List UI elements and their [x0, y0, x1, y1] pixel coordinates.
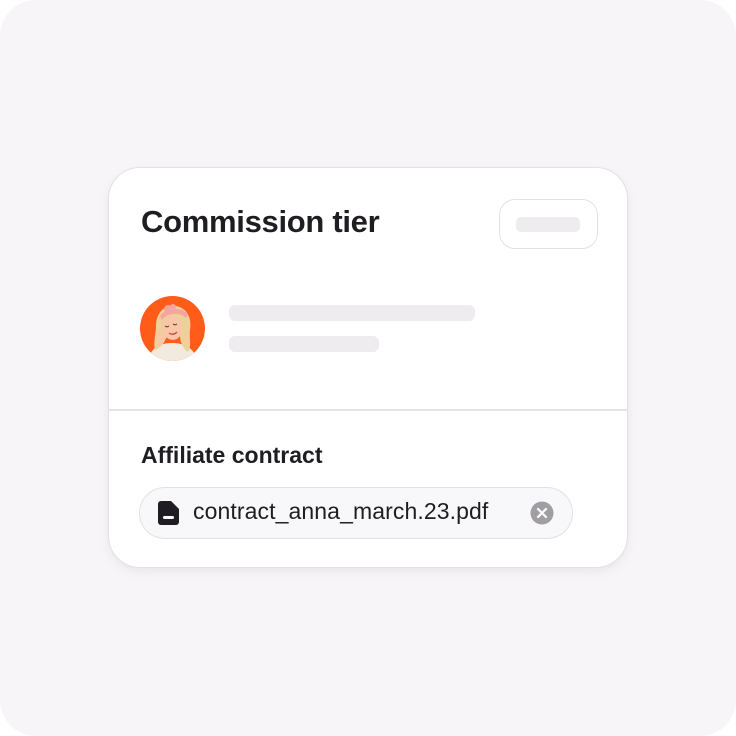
document-icon: [158, 501, 180, 525]
card-title: Commission tier: [141, 204, 380, 239]
tier-selector-placeholder[interactable]: [499, 199, 598, 249]
contract-file-chip[interactable]: contract_anna_march.23.pdf: [139, 487, 573, 539]
close-circle-icon[interactable]: [530, 501, 554, 525]
divider: [109, 409, 627, 411]
canvas-background: Commission tier Affiliate contract contr…: [0, 0, 736, 736]
contract-file-name: contract_anna_march.23.pdf: [193, 498, 489, 524]
avatar: [140, 296, 205, 361]
name-skeleton: [229, 305, 475, 321]
commission-tier-card: Commission tier Affiliate contract contr…: [108, 167, 628, 568]
avatar-photo-icon: [140, 296, 205, 361]
tier-skeleton: [516, 217, 580, 232]
subtitle-skeleton: [229, 336, 379, 352]
contract-section-label: Affiliate contract: [141, 442, 323, 468]
